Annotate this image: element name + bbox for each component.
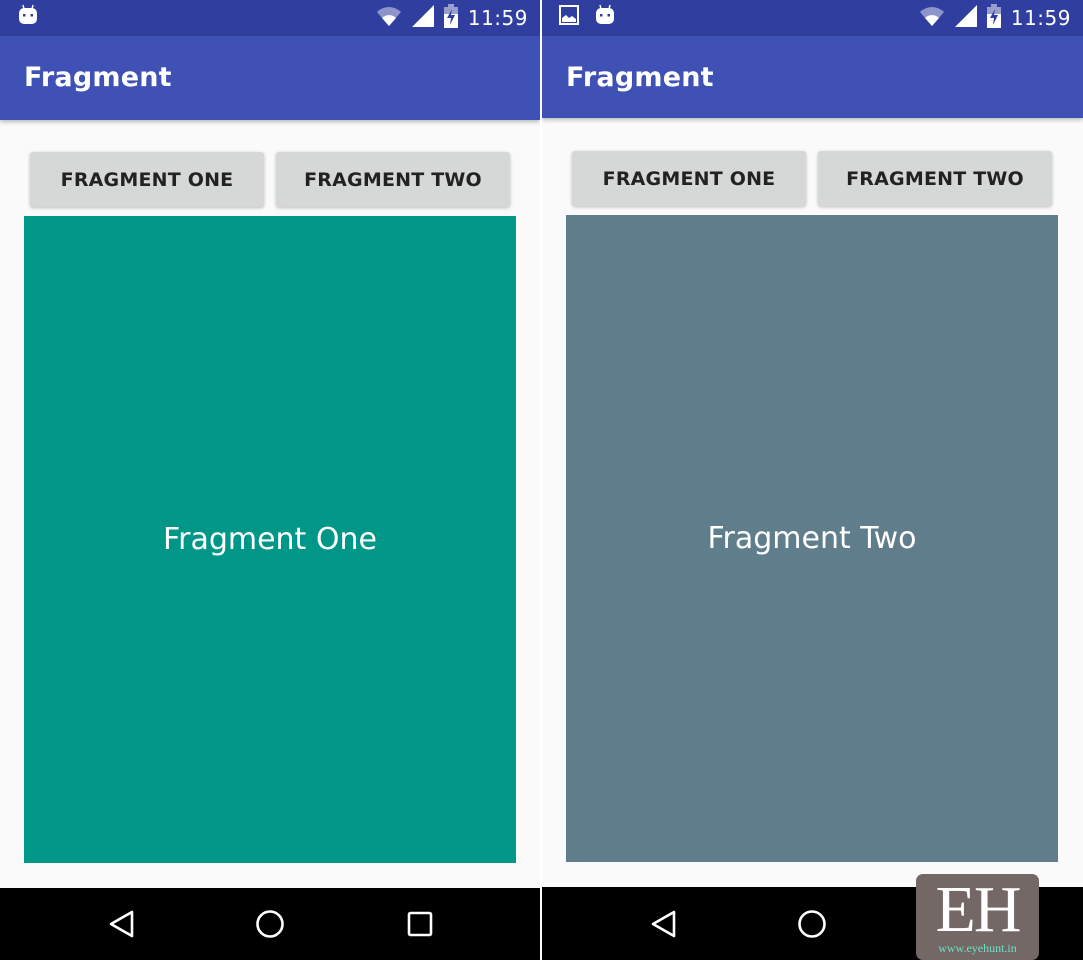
app-title: Fragment [24,62,172,93]
app-bar: Fragment [542,36,1083,118]
phone-screen-right: 11:59 Fragment FRAGMENT ONE FRAGMENT TWO… [542,0,1083,960]
button-row: FRAGMENT ONE FRAGMENT TWO [572,151,1052,206]
watermark-logo-text: EH [935,873,1022,946]
status-time: 11:59 [1010,6,1071,30]
watermark-logo: EH www.eyehunt.in [916,874,1039,960]
wifi-icon [919,6,945,31]
fragment-label: Fragment One [163,522,377,557]
fragment-container: Fragment One [24,216,516,863]
status-bar: 11:59 [542,0,1083,36]
back-button[interactable] [644,904,684,944]
battery-charging-icon [986,3,1001,33]
phone-screen-left: 11:59 Fragment FRAGMENT ONE FRAGMENT TWO… [0,0,540,960]
fragment-one-button[interactable]: FRAGMENT ONE [30,152,264,207]
watermark-url: www.eyehunt.in [938,941,1017,955]
cell-signal-icon [411,4,434,32]
fragment-container: Fragment Two [566,215,1058,862]
android-notification-icon [595,4,615,31]
back-icon [109,910,134,938]
recents-icon [407,911,433,937]
android-notification-icon [18,4,38,31]
fragment-two-button[interactable]: FRAGMENT TWO [276,152,510,207]
back-button[interactable] [102,904,142,944]
status-time: 11:59 [467,6,528,30]
home-button[interactable] [250,904,290,944]
recents-button[interactable] [400,904,440,944]
battery-charging-icon [443,3,458,33]
home-button[interactable] [792,904,832,944]
home-icon [256,910,284,938]
fragment-two-button[interactable]: FRAGMENT TWO [818,151,1052,206]
fragment-label: Fragment Two [707,521,917,556]
app-bar: Fragment [0,36,540,120]
button-row: FRAGMENT ONE FRAGMENT TWO [30,152,510,207]
fragment-one-button[interactable]: FRAGMENT ONE [572,151,806,206]
back-icon [651,910,676,937]
cell-signal-icon [954,4,977,32]
wifi-icon [376,6,402,31]
status-bar: 11:59 [0,0,540,36]
home-icon [798,909,826,938]
image-notification-icon [559,4,579,30]
navigation-bar [0,888,540,960]
app-title: Fragment [566,62,714,93]
